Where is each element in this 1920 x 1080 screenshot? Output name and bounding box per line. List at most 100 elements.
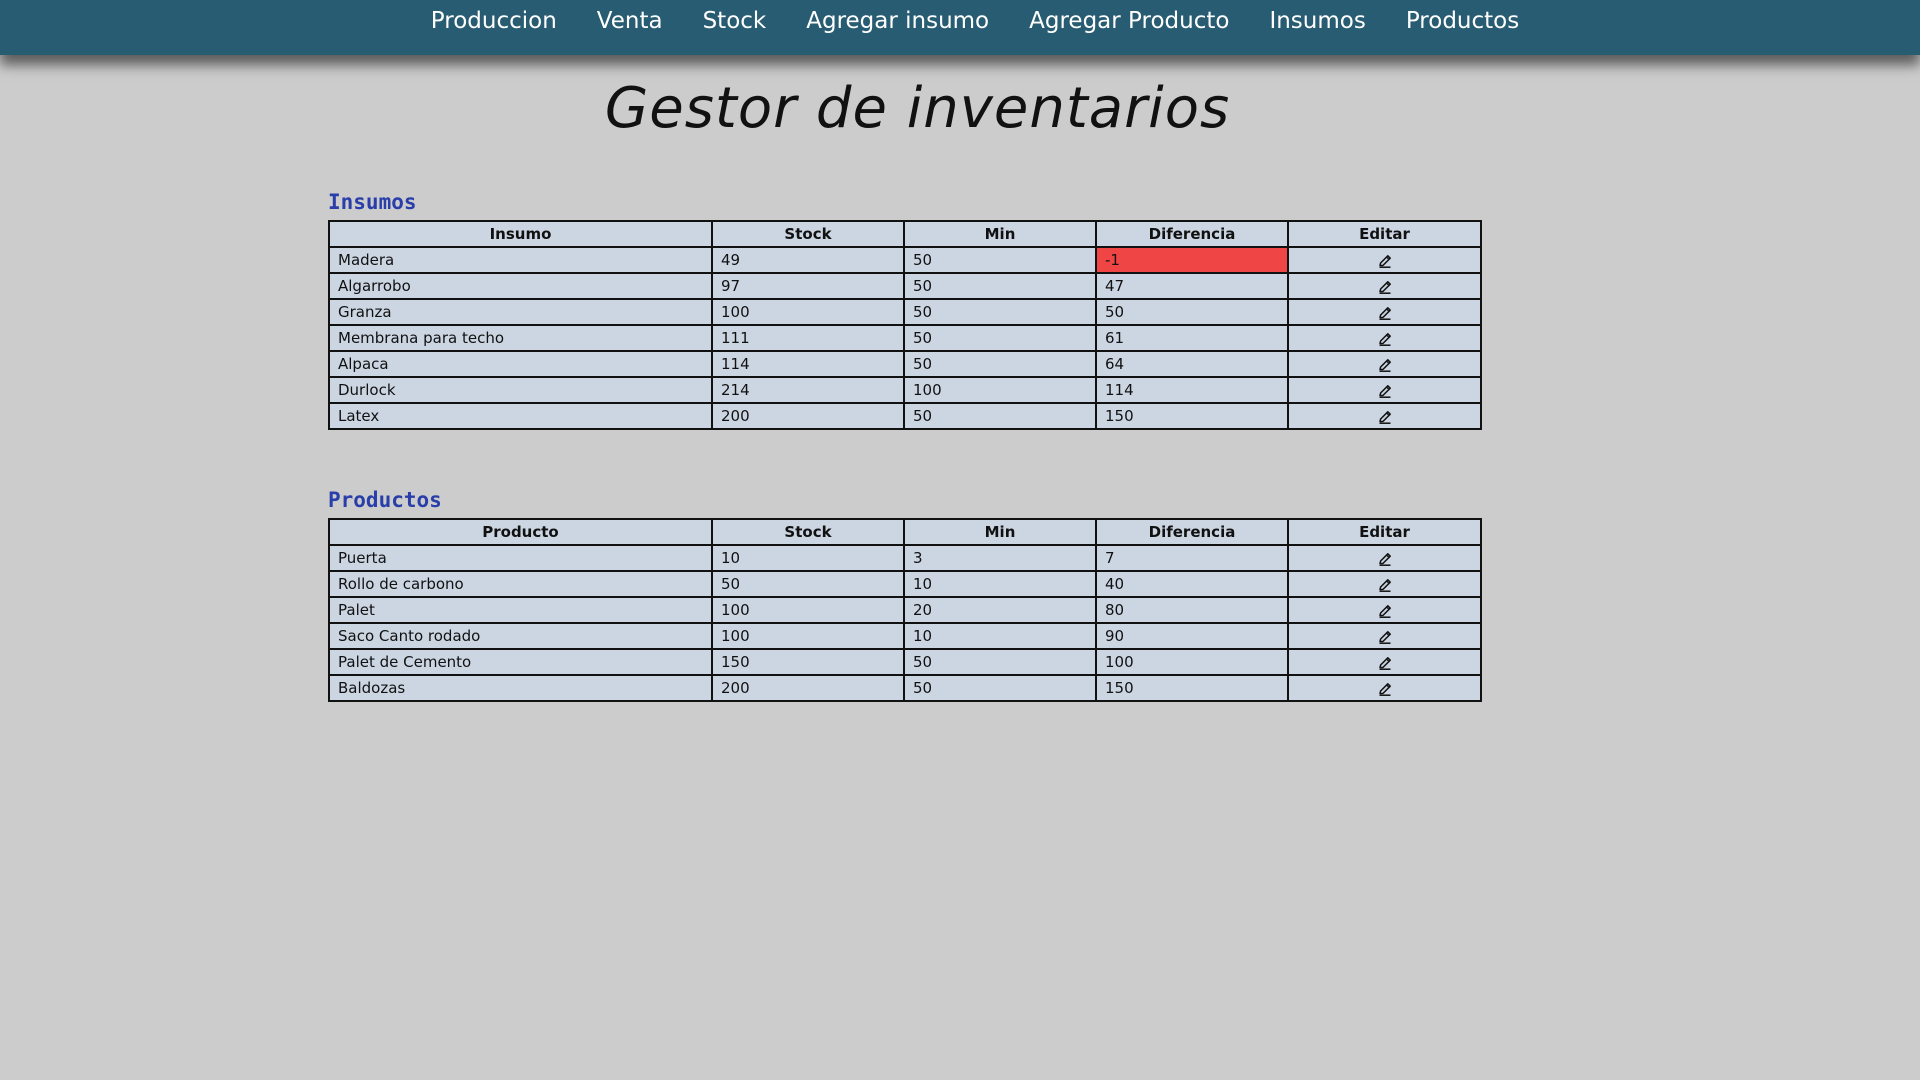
pencil-icon[interactable] [1377, 603, 1393, 619]
column-header-producto: Producto [328, 518, 713, 546]
nav-link-insumos[interactable]: Insumos [1269, 8, 1365, 34]
pencil-icon[interactable] [1377, 551, 1393, 567]
page-title: Gestor de inventarios [604, 76, 1231, 141]
min-cell: 50 [903, 246, 1097, 274]
edit-cell [1287, 570, 1482, 598]
min-cell: 50 [903, 674, 1097, 702]
name-cell: Palet de Cemento [328, 648, 713, 676]
pencil-icon[interactable] [1377, 253, 1393, 269]
name-cell: Rollo de carbono [328, 570, 713, 598]
insumos-table: Insumo Stock Min Diferencia Editar Mader… [328, 220, 1482, 430]
column-header-stock: Stock [711, 518, 905, 546]
stock-cell: 214 [711, 376, 905, 404]
table-row: Palet 100 20 80 [328, 596, 1482, 624]
min-cell: 50 [903, 324, 1097, 352]
column-header-editar: Editar [1287, 518, 1482, 546]
productos-table-body: Puerta 10 3 7 Rollo de carbono 50 10 40 Palet 100… [328, 544, 1482, 702]
min-cell: 50 [903, 402, 1097, 430]
diferencia-cell: 47 [1095, 272, 1289, 300]
stock-cell: 200 [711, 674, 905, 702]
stock-cell: 10 [711, 544, 905, 572]
insumos-table-body: Madera 49 50 -1 Algarrobo 97 50 47 Granza 100 50 50… [328, 246, 1482, 430]
top-navbar: Produccion Venta Stock Agregar insumo Ag… [0, 0, 1920, 55]
name-cell: Durlock [328, 376, 713, 404]
diferencia-cell: 40 [1095, 570, 1289, 598]
stock-cell: 150 [711, 648, 905, 676]
stock-cell: 97 [711, 272, 905, 300]
diferencia-cell: 61 [1095, 324, 1289, 352]
stock-cell: 100 [711, 596, 905, 624]
stock-cell: 50 [711, 570, 905, 598]
productos-section: Productos Producto Stock Min Diferencia … [328, 488, 1482, 702]
name-cell: Granza [328, 298, 713, 326]
edit-cell [1287, 648, 1482, 676]
table-row: Durlock 214 100 114 [328, 376, 1482, 404]
diferencia-cell: 90 [1095, 622, 1289, 650]
table-row: Latex 200 50 150 [328, 402, 1482, 430]
diferencia-cell: 114 [1095, 376, 1289, 404]
diferencia-cell: 150 [1095, 674, 1289, 702]
name-cell: Palet [328, 596, 713, 624]
pencil-icon[interactable] [1377, 279, 1393, 295]
min-cell: 100 [903, 376, 1097, 404]
edit-cell [1287, 298, 1482, 326]
edit-cell [1287, 246, 1482, 274]
edit-cell [1287, 272, 1482, 300]
column-header-editar: Editar [1287, 220, 1482, 248]
stock-cell: 111 [711, 324, 905, 352]
nav-link-produccion[interactable]: Produccion [431, 8, 557, 34]
table-row: Palet de Cemento 150 50 100 [328, 648, 1482, 676]
stock-cell: 200 [711, 402, 905, 430]
pencil-icon[interactable] [1377, 655, 1393, 671]
column-header-insumo: Insumo [328, 220, 713, 248]
pencil-icon[interactable] [1377, 629, 1393, 645]
min-cell: 10 [903, 622, 1097, 650]
diferencia-cell: 7 [1095, 544, 1289, 572]
pencil-icon[interactable] [1377, 577, 1393, 593]
insumos-section-title: Insumos [328, 190, 417, 214]
table-row: Alpaca 114 50 64 [328, 350, 1482, 378]
nav-link-stock[interactable]: Stock [703, 8, 767, 34]
min-cell: 50 [903, 272, 1097, 300]
edit-cell [1287, 402, 1482, 430]
nav-link-venta[interactable]: Venta [597, 8, 663, 34]
edit-cell [1287, 324, 1482, 352]
diferencia-cell: 100 [1095, 648, 1289, 676]
column-header-diferencia: Diferencia [1095, 220, 1289, 248]
name-cell: Saco Canto rodado [328, 622, 713, 650]
nav-link-agregar-producto[interactable]: Agregar Producto [1029, 8, 1229, 34]
edit-cell [1287, 544, 1482, 572]
insumos-section: Insumos Insumo Stock Min Diferencia Edit… [328, 190, 1482, 430]
productos-header-row: Producto Stock Min Diferencia Editar [328, 518, 1482, 546]
nav-links: Produccion Venta Stock Agregar insumo Ag… [411, 0, 1539, 34]
name-cell: Puerta [328, 544, 713, 572]
diferencia-cell: 80 [1095, 596, 1289, 624]
name-cell: Alpaca [328, 350, 713, 378]
column-header-stock: Stock [711, 220, 905, 248]
edit-cell [1287, 376, 1482, 404]
pencil-icon[interactable] [1377, 331, 1393, 347]
diferencia-cell: 64 [1095, 350, 1289, 378]
pencil-icon[interactable] [1377, 681, 1393, 697]
name-cell: Latex [328, 402, 713, 430]
table-row: Granza 100 50 50 [328, 298, 1482, 326]
min-cell: 3 [903, 544, 1097, 572]
stock-cell: 100 [711, 298, 905, 326]
nav-link-productos[interactable]: Productos [1406, 8, 1519, 34]
insumos-header-row: Insumo Stock Min Diferencia Editar [328, 220, 1482, 248]
pencil-icon[interactable] [1377, 409, 1393, 425]
diferencia-cell: 50 [1095, 298, 1289, 326]
productos-section-title: Productos [328, 488, 442, 512]
table-row: Baldozas 200 50 150 [328, 674, 1482, 702]
nav-link-agregar-insumo[interactable]: Agregar insumo [806, 8, 989, 34]
table-row: Rollo de carbono 50 10 40 [328, 570, 1482, 598]
pencil-icon[interactable] [1377, 305, 1393, 321]
pencil-icon[interactable] [1377, 383, 1393, 399]
pencil-icon[interactable] [1377, 357, 1393, 373]
edit-cell [1287, 596, 1482, 624]
name-cell: Baldozas [328, 674, 713, 702]
diferencia-cell: -1 [1095, 246, 1289, 274]
diferencia-cell: 150 [1095, 402, 1289, 430]
stock-cell: 49 [711, 246, 905, 274]
min-cell: 50 [903, 298, 1097, 326]
